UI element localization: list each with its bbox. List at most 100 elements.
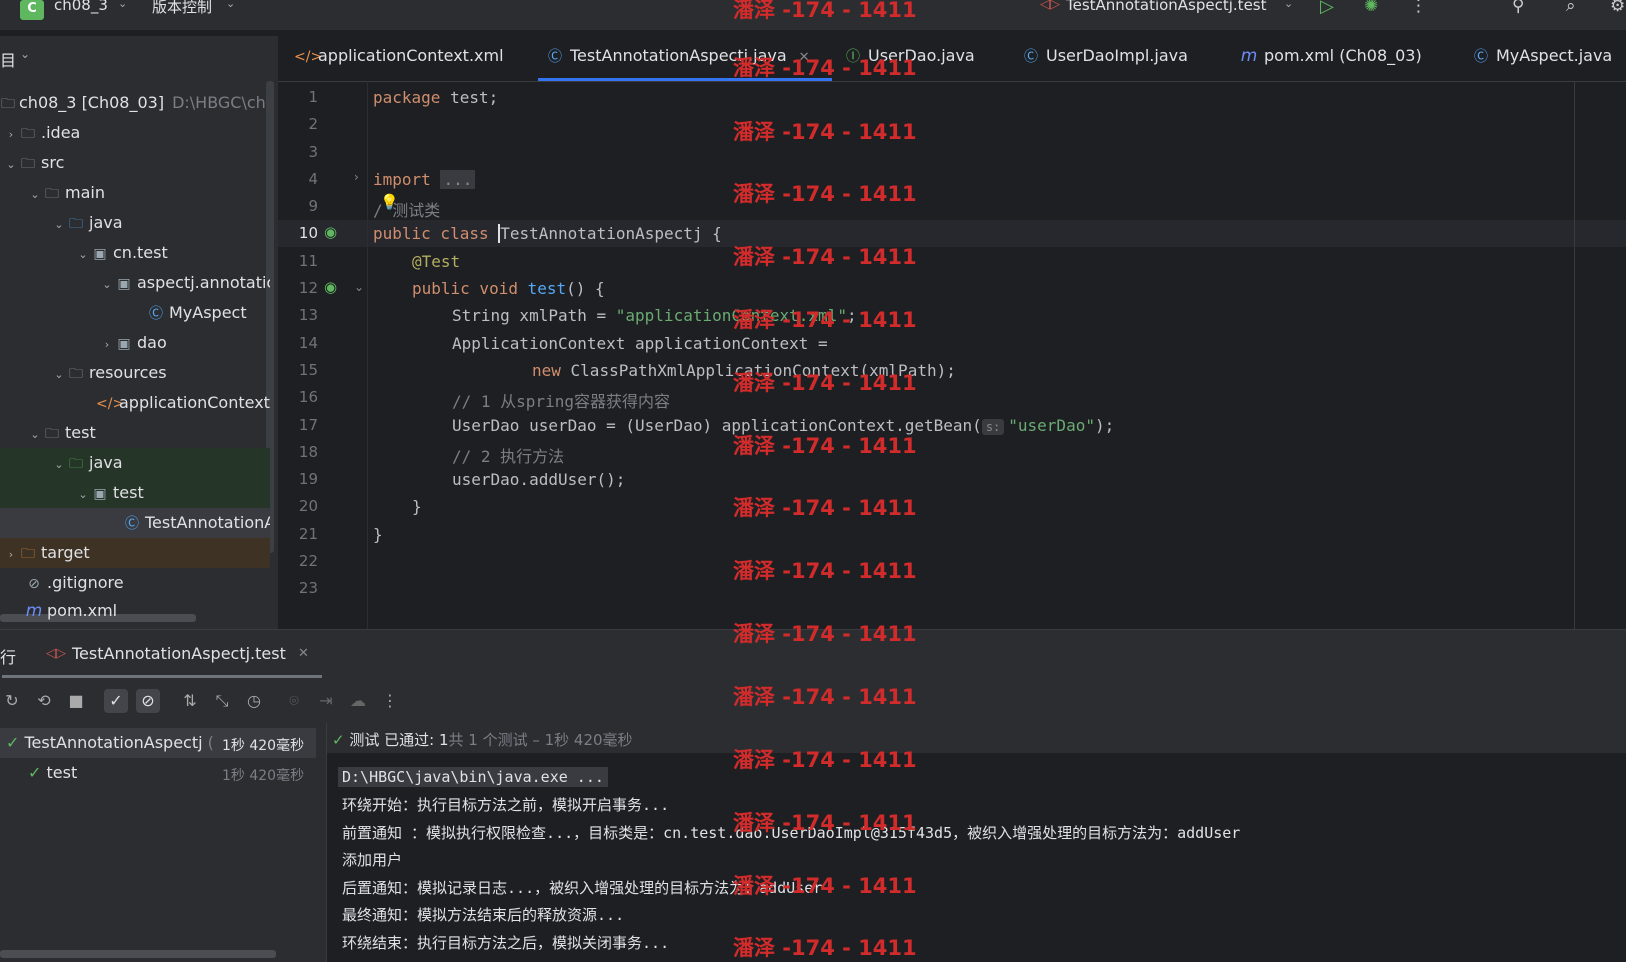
search-icon[interactable]: ⌕ xyxy=(1566,0,1576,16)
gutter-divider xyxy=(367,81,368,629)
run-tab-label[interactable]: TestAnnotationAspectj.test xyxy=(72,644,286,663)
line-number: 21 xyxy=(298,525,318,543)
watermark: 潘泽 -174 - 1411 xyxy=(733,182,917,206)
more-icon[interactable]: ⋮ xyxy=(1410,0,1427,16)
tree-item-pom[interactable]: m pom.xml xyxy=(0,598,270,622)
tree-item-test-package[interactable]: ⌄ ▣ test xyxy=(0,478,270,508)
vcs-menu[interactable]: 版本控制 xyxy=(152,0,212,17)
line-number: 4 xyxy=(308,170,318,188)
code-line-10[interactable]: public class TestAnnotationAspectj { xyxy=(373,224,722,243)
chevron-down-icon[interactable]: ⌄ xyxy=(4,150,18,178)
code-line-19[interactable]: userDao.addUser(); xyxy=(452,470,625,489)
chevron-down-icon[interactable]: ⌄ xyxy=(76,480,90,508)
chevron-down-icon[interactable]: ⌄ xyxy=(76,240,90,268)
chevron-down-icon[interactable]: ⌄ xyxy=(1284,0,1293,10)
chevron-down-icon[interactable]: ⌄ xyxy=(118,0,127,10)
collapse-icon[interactable]: ⤡ xyxy=(210,689,234,713)
tree-label: java xyxy=(89,453,123,472)
chevron-down-icon[interactable]: ⌄ xyxy=(226,0,235,10)
line-number: 16 xyxy=(298,388,318,406)
run-test-icon[interactable]: ◉ xyxy=(324,223,337,241)
lightbulb-icon[interactable]: 💡 xyxy=(380,193,399,211)
folded-imports[interactable]: ... xyxy=(440,170,476,189)
chevron-down-icon[interactable]: ⌄ xyxy=(52,450,66,478)
chevron-down-icon[interactable]: ⌄ xyxy=(52,360,66,388)
camera-icon[interactable]: ⌾ xyxy=(282,689,306,713)
history-icon[interactable]: ◷ xyxy=(242,689,266,713)
import-icon[interactable]: ⇥ xyxy=(314,689,338,713)
chevron-right-icon[interactable]: › xyxy=(100,330,114,358)
code-line-12[interactable]: public void test() { xyxy=(412,279,605,298)
tree-item-target[interactable]: › 🗀 target xyxy=(0,538,270,568)
run-icon[interactable]: ▷ xyxy=(1320,0,1334,17)
tree-item-applicationcontext[interactable]: </>applicationContext.x xyxy=(0,388,270,418)
test-row-method[interactable]: ✓ test xyxy=(28,763,77,782)
stop-icon[interactable]: ■ xyxy=(64,689,88,713)
code-line-16[interactable]: // 1 从spring容器获得内容 xyxy=(452,388,670,412)
tree-item-aspectj[interactable]: ⌄ ▣ aspectj.annotatic xyxy=(0,268,270,298)
right-margin-guide xyxy=(1574,81,1575,629)
watermark: 潘泽 -174 - 1411 xyxy=(733,308,917,332)
run-test-icon[interactable]: ◉ xyxy=(324,278,337,296)
tree-item-gitignore[interactable]: ⊘ .gitignore xyxy=(0,568,270,598)
tree-item-resources[interactable]: ⌄ 🗀 resources xyxy=(0,358,270,388)
close-icon[interactable]: ✕ xyxy=(298,646,309,661)
tab-applicationcontext-xml[interactable]: </>applicationContext.xml xyxy=(294,46,504,78)
export-icon[interactable]: ☁ xyxy=(346,689,370,713)
chevron-down-icon[interactable]: ⌄ xyxy=(20,47,30,61)
rerun-failed-icon[interactable]: ⟲ xyxy=(32,689,56,713)
more-icon[interactable]: ⋮ xyxy=(378,689,402,713)
console-line: 添加用户 xyxy=(342,851,403,869)
code-line-1[interactable]: package test; xyxy=(373,88,498,107)
chevron-down-icon[interactable]: ⌄ xyxy=(100,270,114,298)
tree-item-test-java[interactable]: ⌄ 🗀 java xyxy=(0,448,270,478)
settings-icon[interactable]: ⚙ xyxy=(1610,0,1625,16)
tab-userdaoimpl[interactable]: Ⓒ UserDaoImpl.java xyxy=(1022,46,1188,78)
chevron-down-icon[interactable]: ⌄ xyxy=(28,420,42,448)
fold-icon[interactable]: › xyxy=(354,170,359,184)
rerun-icon[interactable]: ↻ xyxy=(0,689,24,713)
debug-icon[interactable]: ✺ xyxy=(1364,0,1378,16)
add-user-icon[interactable]: ⚲ xyxy=(1512,0,1524,16)
run-config-selector[interactable]: TestAnnotationAspectj.test xyxy=(1066,0,1267,14)
project-panel-title[interactable]: 目 xyxy=(0,47,16,71)
chevron-right-icon[interactable]: › xyxy=(4,540,18,568)
sort-icon[interactable]: ⇅ xyxy=(178,689,202,713)
show-ignored-icon[interactable]: ⊘ xyxy=(136,689,160,713)
tree-item-test[interactable]: ⌄ 🗀 test xyxy=(0,418,270,448)
code-line-11[interactable]: @Test xyxy=(412,252,460,271)
resources-folder-icon: 🗀 xyxy=(69,366,83,382)
tree-item-main-java[interactable]: ⌄ 🗀 java xyxy=(0,208,270,238)
tree-item-main[interactable]: ⌄ 🗀 main xyxy=(0,178,270,208)
code-line-4[interactable]: import ... xyxy=(373,170,476,189)
horizontal-scrollbar[interactable] xyxy=(0,950,276,958)
watermark: 潘泽 -174 - 1411 xyxy=(733,559,917,583)
tree-item-cn-test[interactable]: ⌄ ▣ cn.test xyxy=(0,238,270,268)
test-duration: 1秒 420毫秒 xyxy=(222,768,305,784)
fold-icon[interactable]: ⌄ xyxy=(354,280,364,294)
status-passed: 测试 已通过: xyxy=(349,731,439,749)
project-name[interactable]: ch08_3 xyxy=(54,0,108,14)
code-line-21[interactable]: } xyxy=(373,525,383,544)
tree-item-project-root[interactable]: 🗀 ch08_3 [Ch08_03] D:\HBGC\ch xyxy=(0,88,270,118)
chevron-right-icon[interactable]: › xyxy=(4,120,18,148)
code-line-18[interactable]: // 2 执行方法 xyxy=(452,443,564,467)
chevron-down-icon[interactable]: ⌄ xyxy=(52,210,66,238)
tab-myaspect[interactable]: Ⓒ MyAspect.java xyxy=(1472,46,1612,78)
tree-item-testannotation[interactable]: Ⓒ TestAnnotationA xyxy=(0,508,270,538)
tree-item-dao[interactable]: › ▣ dao xyxy=(0,328,270,358)
chevron-down-icon[interactable]: ⌄ xyxy=(28,180,42,208)
code-line-14[interactable]: ApplicationContext applicationContext = xyxy=(452,334,828,353)
tree-item-myaspect[interactable]: Ⓒ MyAspect xyxy=(0,298,270,328)
project-badge[interactable]: C xyxy=(20,0,44,20)
tree-item-idea[interactable]: › 🗀 .idea xyxy=(0,118,270,148)
test-row-class[interactable]: ✓ TestAnnotationAspectj ( xyxy=(6,733,214,752)
show-passed-icon[interactable]: ✓ xyxy=(104,689,128,713)
run-tab-indicator xyxy=(2,675,322,678)
console-command-line[interactable]: D:\HBGC\java\bin\java.exe ... xyxy=(338,767,608,787)
code-text: { xyxy=(702,224,722,243)
tree-item-src[interactable]: ⌄ 🗀 src xyxy=(0,148,270,178)
code-text: } xyxy=(373,525,383,544)
tab-pom-xml[interactable]: m pom.xml (Ch08_03) xyxy=(1240,46,1422,78)
code-line-20[interactable]: } xyxy=(412,497,422,516)
